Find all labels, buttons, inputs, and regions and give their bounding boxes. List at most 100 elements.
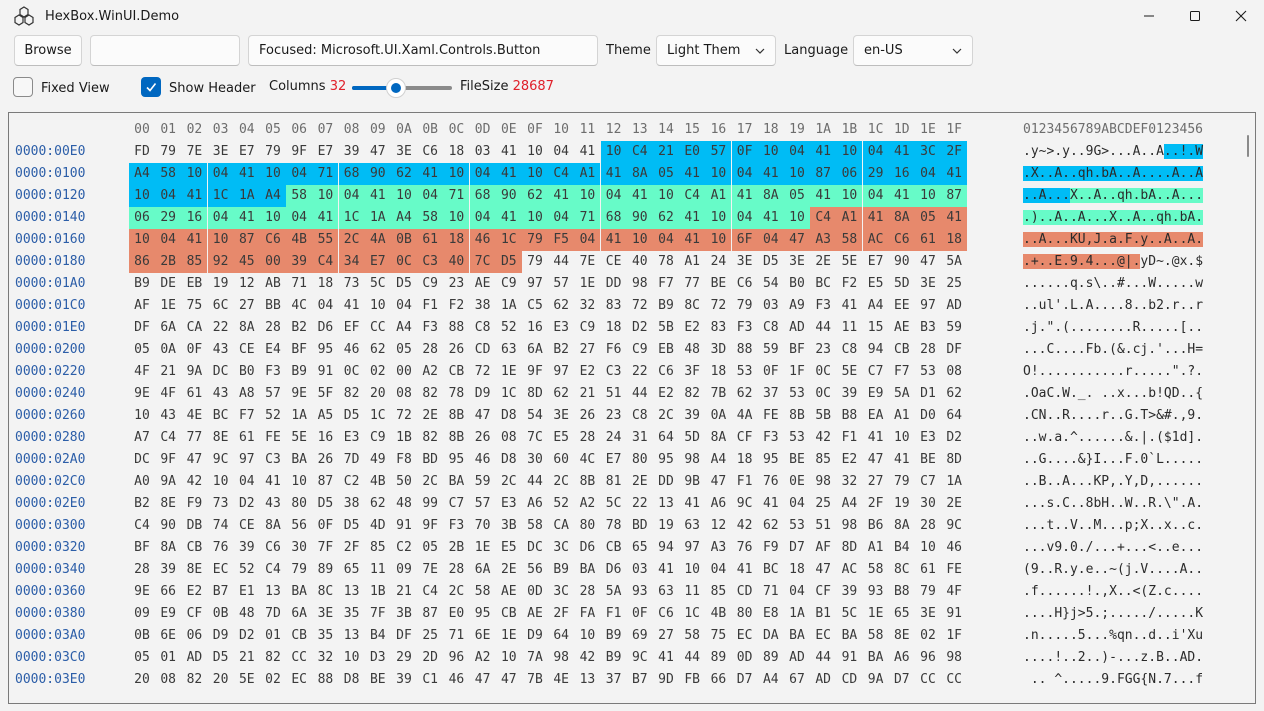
- hex-byte[interactable]: E0: [443, 603, 469, 625]
- hex-byte[interactable]: DF: [941, 339, 967, 361]
- hex-byte[interactable]: 5E: [836, 361, 862, 383]
- hex-byte[interactable]: BE: [915, 449, 941, 471]
- hex-byte[interactable]: E2: [574, 361, 600, 383]
- hex-byte[interactable]: 7D: [339, 449, 365, 471]
- hex-byte[interactable]: A1: [863, 537, 889, 559]
- hex-byte[interactable]: 39: [836, 383, 862, 405]
- hex-byte[interactable]: 75: [181, 295, 207, 317]
- hex-byte[interactable]: 40: [443, 251, 470, 273]
- hex-byte[interactable]: 5E: [286, 427, 312, 449]
- hex-byte[interactable]: 24: [705, 251, 731, 273]
- hex-byte[interactable]: 4B: [286, 229, 313, 251]
- hex-byte[interactable]: 87: [233, 229, 260, 251]
- hex-byte[interactable]: 95: [758, 449, 784, 471]
- hex-byte[interactable]: D2: [941, 427, 967, 449]
- hex-byte[interactable]: 00: [260, 251, 286, 273]
- hex-byte[interactable]: 0C: [810, 383, 836, 405]
- hex-byte[interactable]: 47: [705, 471, 731, 493]
- hex-byte[interactable]: CE: [601, 251, 627, 273]
- hex-byte[interactable]: CB: [601, 537, 627, 559]
- hex-byte[interactable]: 58: [863, 625, 889, 647]
- hex-byte[interactable]: 41: [364, 185, 391, 207]
- hex-byte[interactable]: 9F: [286, 141, 312, 163]
- hex-byte[interactable]: DB: [181, 515, 207, 537]
- hex-byte[interactable]: 04: [705, 559, 731, 581]
- hex-byte[interactable]: 23: [601, 405, 627, 427]
- hex-byte[interactable]: 79: [522, 251, 548, 273]
- hex-byte[interactable]: 00: [391, 361, 417, 383]
- hex-byte[interactable]: C8: [470, 317, 496, 339]
- hex-byte[interactable]: 0F: [627, 603, 653, 625]
- hex-byte[interactable]: 41: [863, 427, 889, 449]
- hex-byte[interactable]: 48: [234, 603, 260, 625]
- hex-byte[interactable]: 72: [705, 295, 731, 317]
- hex-byte[interactable]: F9: [758, 537, 784, 559]
- hex-byte[interactable]: E8: [758, 603, 784, 625]
- hex-byte[interactable]: 67: [784, 669, 810, 691]
- hex-byte[interactable]: 5B: [810, 405, 836, 427]
- hex-byte[interactable]: 26: [312, 449, 338, 471]
- hex-byte[interactable]: 86: [129, 251, 155, 273]
- hex-byte[interactable]: 8E: [889, 625, 915, 647]
- vertical-scrollbar[interactable]: [1247, 135, 1249, 157]
- hex-byte[interactable]: AD: [810, 669, 836, 691]
- hex-byte[interactable]: B9: [129, 273, 155, 295]
- hex-byte[interactable]: 10: [784, 207, 810, 229]
- hex-byte[interactable]: 9C: [732, 493, 758, 515]
- hex-byte[interactable]: E7: [601, 449, 627, 471]
- hex-byte[interactable]: D9: [470, 383, 496, 405]
- hex-byte[interactable]: 41: [941, 207, 968, 229]
- hex-byte[interactable]: 04: [155, 229, 182, 251]
- hex-byte[interactable]: 44: [679, 647, 705, 669]
- hex-byte[interactable]: CC: [915, 669, 941, 691]
- hex-byte[interactable]: 1F: [784, 361, 810, 383]
- hex-byte[interactable]: 92: [207, 251, 234, 273]
- hex-byte[interactable]: F7: [234, 405, 260, 427]
- hex-byte[interactable]: 18: [732, 449, 758, 471]
- hex-byte[interactable]: 98: [548, 647, 574, 669]
- hex-byte[interactable]: 39: [339, 141, 365, 163]
- hex-byte[interactable]: 76: [732, 537, 758, 559]
- minimize-button[interactable]: [1126, 0, 1172, 32]
- hex-byte[interactable]: 28: [443, 559, 469, 581]
- hex-byte[interactable]: EA: [863, 405, 889, 427]
- hex-byte[interactable]: 10: [181, 163, 208, 185]
- hex-byte[interactable]: D7: [889, 669, 915, 691]
- hex-byte[interactable]: 10: [600, 141, 627, 163]
- hex-byte[interactable]: E2: [181, 581, 207, 603]
- hex-byte[interactable]: 64: [941, 405, 967, 427]
- hex-byte[interactable]: 0B: [391, 229, 417, 251]
- hex-byte[interactable]: A6: [705, 493, 731, 515]
- hex-byte[interactable]: A7: [129, 427, 155, 449]
- hex-byte[interactable]: 13: [260, 581, 286, 603]
- hex-byte[interactable]: 43: [208, 339, 234, 361]
- hex-byte[interactable]: 82: [417, 427, 443, 449]
- ascii-text[interactable]: .OaC.W._. ..x...b!QD..{: [1023, 383, 1241, 405]
- hex-byte[interactable]: D5: [339, 405, 365, 427]
- hex-byte[interactable]: 41: [233, 163, 260, 185]
- hex-byte[interactable]: 6F: [731, 229, 758, 251]
- hex-byte[interactable]: 08: [391, 383, 417, 405]
- hex-byte[interactable]: 46: [443, 669, 469, 691]
- hex-byte[interactable]: B2: [286, 317, 312, 339]
- hex-byte[interactable]: 41: [496, 141, 522, 163]
- hex-byte[interactable]: 04: [286, 207, 313, 229]
- hex-byte[interactable]: FA: [574, 603, 600, 625]
- hex-byte[interactable]: 3F: [679, 361, 705, 383]
- hex-byte[interactable]: 04: [548, 141, 574, 163]
- maximize-button[interactable]: [1172, 0, 1218, 32]
- hex-byte[interactable]: 10: [836, 141, 863, 163]
- hex-byte[interactable]: 04: [207, 163, 234, 185]
- hex-byte[interactable]: 41: [862, 207, 889, 229]
- ascii-text[interactable]: ..ul'.L.A....8..b2.r..r: [1023, 295, 1241, 317]
- hex-byte[interactable]: 68: [600, 207, 627, 229]
- hex-byte[interactable]: A4: [758, 669, 784, 691]
- hex-byte[interactable]: 04: [417, 185, 444, 207]
- hex-byte[interactable]: 30: [522, 449, 548, 471]
- hex-byte[interactable]: 46: [339, 339, 365, 361]
- hex-byte[interactable]: 41: [679, 229, 706, 251]
- hex-byte[interactable]: E9: [863, 383, 889, 405]
- hex-byte[interactable]: 47: [784, 229, 810, 251]
- hex-byte[interactable]: A4: [129, 163, 155, 185]
- hex-byte[interactable]: 46: [470, 449, 496, 471]
